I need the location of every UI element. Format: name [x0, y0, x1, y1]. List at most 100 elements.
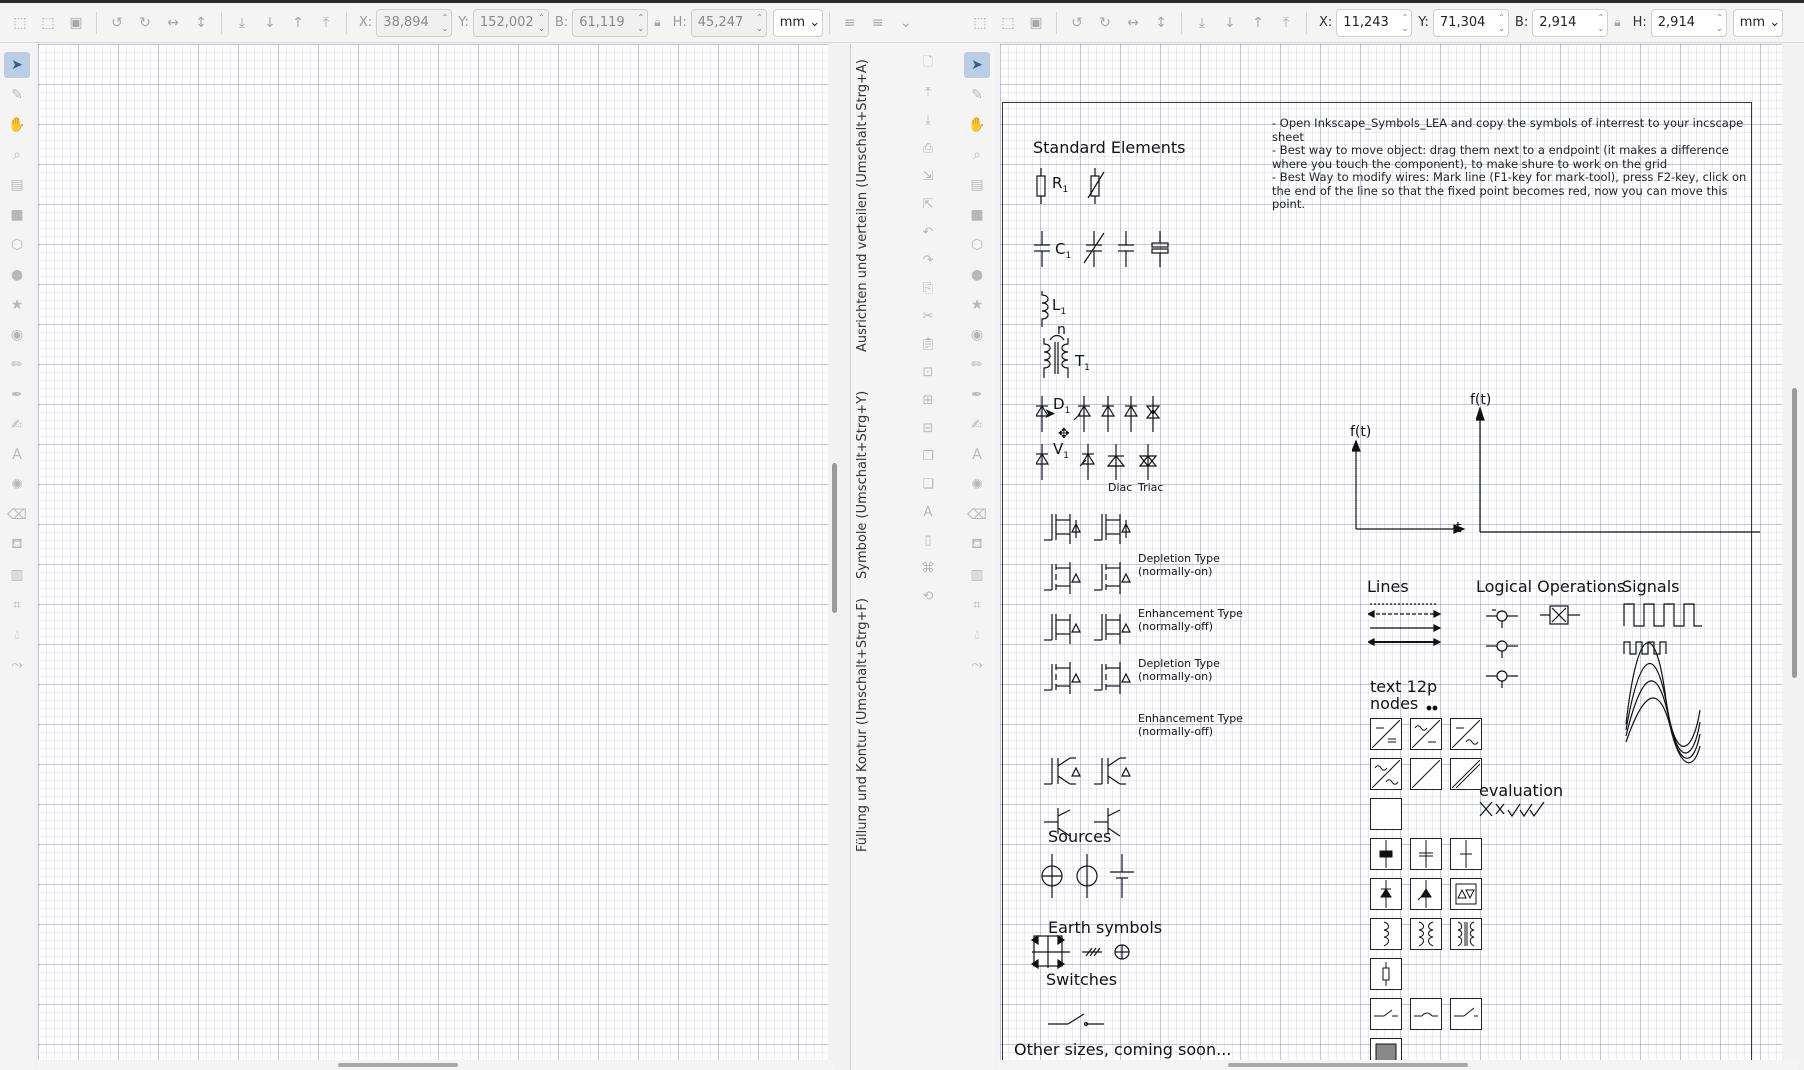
mosfet-symbols[interactable]: [1044, 510, 1144, 710]
switch-symbol[interactable]: [1048, 1004, 1108, 1034]
text-tool-icon[interactable]: A: [964, 442, 990, 468]
lower-to-bottom-icon[interactable]: ⤓: [231, 12, 253, 34]
width-input[interactable]: 2,914 ⌃ ⌄: [1532, 8, 1609, 37]
line-styles[interactable]: [1368, 600, 1442, 654]
lock-icon[interactable]: 🔒︎: [1614, 15, 1620, 30]
tweak-tool-icon[interactable]: ✋: [964, 112, 990, 138]
component-box[interactable]: [1450, 838, 1482, 870]
converter-box[interactable]: [1370, 718, 1402, 750]
scale-corners-icon[interactable]: ≡: [867, 12, 889, 34]
component-box[interactable]: [1370, 918, 1402, 950]
empty-box[interactable]: [1370, 798, 1402, 830]
dropper-tool-icon[interactable]: 💧︎: [4, 622, 30, 648]
raise-icon[interactable]: ↑: [287, 12, 309, 34]
eraser-tool-icon[interactable]: ⌫: [4, 502, 30, 528]
rotate-ccw-icon[interactable]: ↺: [1066, 12, 1088, 34]
node-tool-icon[interactable]: ✎: [964, 82, 990, 108]
converter-box[interactable]: [1370, 758, 1402, 790]
pen-tool-icon[interactable]: ✒: [4, 382, 30, 408]
x-input[interactable]: 11,243 ⌃ ⌄: [1336, 8, 1413, 37]
component-box[interactable]: [1370, 878, 1402, 910]
rectangle-tool-icon[interactable]: ■: [964, 202, 990, 228]
transform-icon[interactable]: ⟲: [915, 583, 941, 609]
component-box[interactable]: [1410, 878, 1442, 910]
spin-arrows-icon[interactable]: ⌃ ⌄: [538, 12, 545, 34]
zoom-tool-icon[interactable]: ⌕: [4, 142, 30, 168]
scale-stroke-icon[interactable]: ≡: [839, 12, 861, 34]
raise-icon[interactable]: ↑: [1247, 12, 1269, 34]
box3d-tool-icon[interactable]: ⬡: [4, 232, 30, 258]
connector-tool-icon[interactable]: ⤳: [4, 652, 30, 678]
component-box[interactable]: [1450, 918, 1482, 950]
spin-arrows-icon[interactable]: ⌃ ⌄: [638, 12, 645, 34]
paint-bucket-tool-icon[interactable]: ⛾: [4, 532, 30, 558]
earth-symbols[interactable]: [1030, 932, 1140, 972]
height-input[interactable]: 45,247 ⌃ ⌄: [690, 8, 767, 37]
logic-symbols[interactable]: [1484, 602, 1594, 692]
measure-tool-icon[interactable]: ▤: [964, 172, 990, 198]
zoom-page-icon[interactable]: ⊟: [915, 415, 941, 441]
component-box[interactable]: [1450, 878, 1482, 910]
print-icon[interactable]: ⎙: [915, 135, 941, 161]
deselect-icon[interactable]: ▣: [65, 12, 87, 34]
open-icon[interactable]: ⤒: [915, 79, 941, 105]
ellipse-tool-icon[interactable]: ●: [4, 262, 30, 288]
converter-box[interactable]: [1450, 758, 1482, 790]
select-all-icon[interactable]: ⬚: [969, 12, 991, 34]
cut-icon[interactable]: ✂: [915, 303, 941, 329]
clone-icon[interactable]: ❏: [915, 471, 941, 497]
export-icon[interactable]: ⇱: [915, 191, 941, 217]
spin-arrows-icon[interactable]: ⌃ ⌄: [442, 12, 449, 34]
flip-horizontal-icon[interactable]: ↔: [162, 12, 184, 34]
source-symbols[interactable]: [1040, 852, 1140, 902]
pencil-tool-icon[interactable]: ✏: [4, 352, 30, 378]
save-icon[interactable]: ⤓: [915, 107, 941, 133]
y-input[interactable]: 71,304 ⌃ ⌄: [1432, 8, 1509, 37]
left-horizontal-scrollbar[interactable]: [338, 1063, 458, 1067]
left-canvas[interactable]: [38, 44, 828, 1060]
component-box[interactable]: [1410, 918, 1442, 950]
raise-to-top-icon[interactable]: ⤒: [315, 12, 337, 34]
spin-arrows-icon[interactable]: ⌃ ⌄: [1402, 12, 1409, 34]
select-all-icon[interactable]: ⬚: [9, 12, 31, 34]
x-input[interactable]: 38,894 ⌃ ⌄: [376, 8, 453, 37]
calligraphy-tool-icon[interactable]: ✍: [4, 412, 30, 438]
import-icon[interactable]: ⇲: [915, 163, 941, 189]
resistor-symbol[interactable]: [1036, 166, 1116, 206]
mesh-tool-icon[interactable]: ⌗: [4, 592, 30, 618]
unit-select[interactable]: mm ⌄: [772, 8, 823, 37]
left-vertical-scrollbar[interactable]: [832, 463, 837, 613]
flip-vertical-icon[interactable]: ↕: [190, 12, 212, 34]
rotate-cw-icon[interactable]: ↻: [1094, 12, 1116, 34]
selector-tool-icon[interactable]: ➤: [4, 52, 30, 78]
more-options-chevron-down-icon[interactable]: ⌄: [895, 12, 917, 34]
pencil-tool-icon[interactable]: ✏: [964, 352, 990, 378]
rectangle-tool-icon[interactable]: ■: [4, 202, 30, 228]
measure-tool-icon[interactable]: ▤: [4, 172, 30, 198]
spin-arrows-icon[interactable]: ⌃ ⌄: [1716, 12, 1723, 34]
spray-tool-icon[interactable]: ✺: [4, 472, 30, 498]
ellipse-tool-icon[interactable]: ●: [964, 262, 990, 288]
unit-select[interactable]: mm ⌄: [1732, 8, 1783, 37]
flip-vertical-icon[interactable]: ↕: [1150, 12, 1172, 34]
gradient-tool-icon[interactable]: ▥: [4, 562, 30, 588]
lower-icon[interactable]: ↓: [1219, 12, 1241, 34]
paint-bucket-tool-icon[interactable]: ⛾: [964, 532, 990, 558]
height-input[interactable]: 2,914 ⌃ ⌄: [1650, 8, 1727, 37]
signal-waveforms[interactable]: [1622, 600, 1704, 768]
star-tool-icon[interactable]: ★: [4, 292, 30, 318]
component-box[interactable]: [1370, 1038, 1402, 1060]
box3d-tool-icon[interactable]: ⬡: [964, 232, 990, 258]
new-document-icon[interactable]: 🗋︎: [915, 51, 941, 77]
node-dots[interactable]: [1426, 704, 1440, 712]
mesh-tool-icon[interactable]: ⌗: [964, 592, 990, 618]
zoom-drawing-icon[interactable]: ⊞: [915, 387, 941, 413]
undo-icon[interactable]: ↶: [915, 219, 941, 245]
right-horizontal-scrollbar[interactable]: [1228, 1063, 1468, 1067]
raise-to-top-icon[interactable]: ⤒: [1275, 12, 1297, 34]
spin-arrows-icon[interactable]: ⌃ ⌄: [756, 12, 763, 34]
node-tool-icon[interactable]: ✎: [4, 82, 30, 108]
connector-tool-icon[interactable]: ⤳: [964, 652, 990, 678]
zoom-selection-icon[interactable]: ⊡: [915, 359, 941, 385]
duplicate-icon[interactable]: ❐: [915, 443, 941, 469]
